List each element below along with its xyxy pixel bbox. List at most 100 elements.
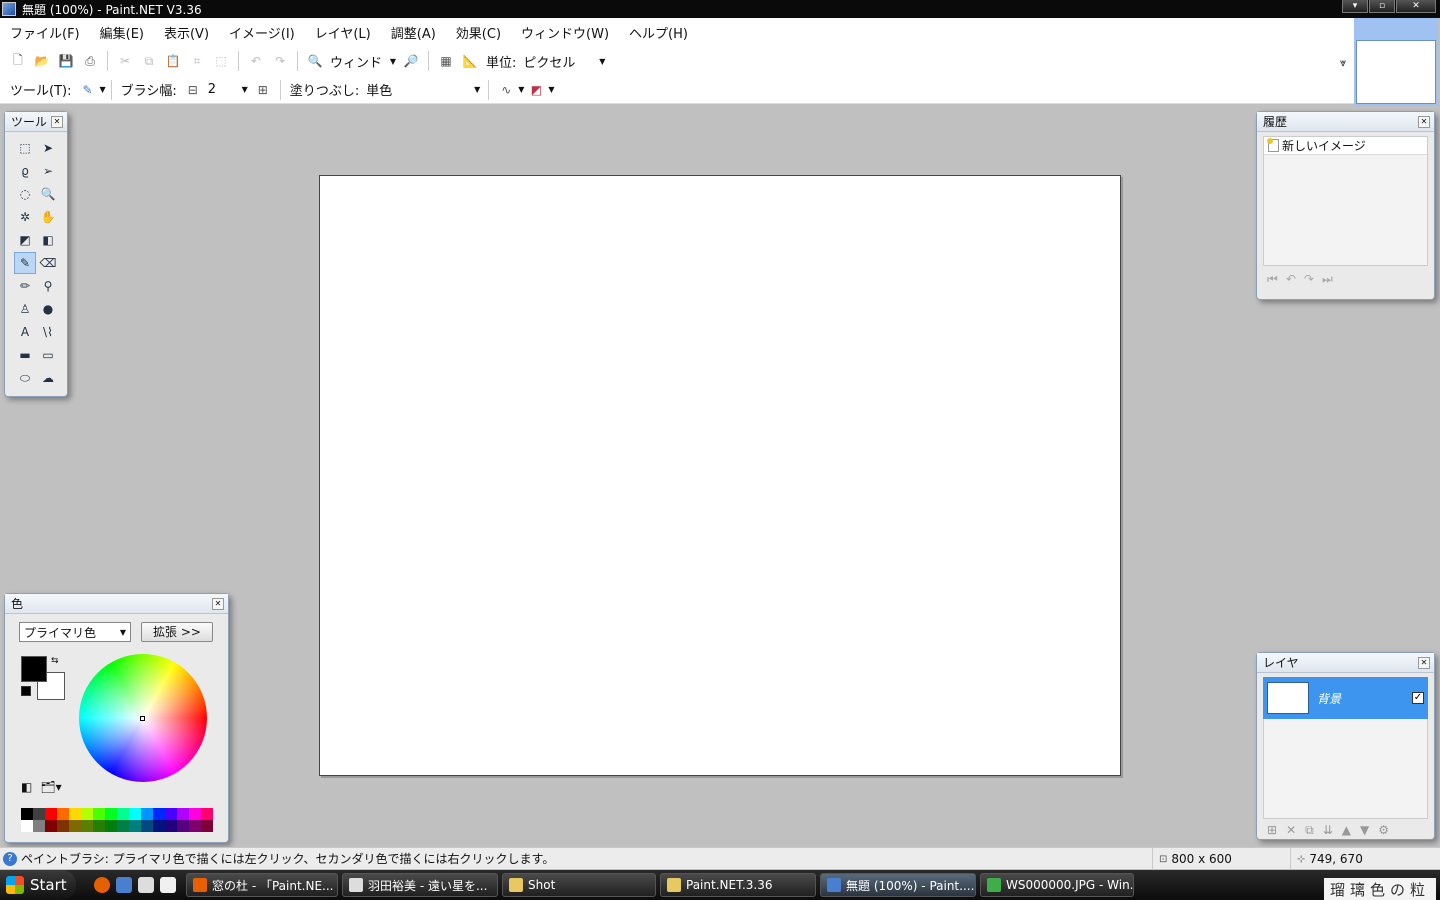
- primary-color-swatch[interactable]: [21, 656, 47, 682]
- rulers-icon[interactable]: 📐: [460, 51, 480, 71]
- unit-select[interactable]: ピクセル ▼: [520, 51, 608, 71]
- color-wheel-cursor[interactable]: [140, 716, 145, 721]
- palette-swatch[interactable]: [153, 820, 165, 832]
- menu-effects[interactable]: 効果(C): [456, 23, 501, 42]
- increase-icon[interactable]: ⊞: [253, 80, 273, 100]
- color-mode-select[interactable]: プライマリ色 ▼: [19, 622, 131, 642]
- palette-swatch[interactable]: [33, 820, 45, 832]
- image-list-menu-icon[interactable]: ⩔: [1340, 56, 1346, 70]
- palette-swatch[interactable]: [117, 820, 129, 832]
- tool-text-icon[interactable]: A: [14, 321, 36, 343]
- palette-swatch[interactable]: [45, 808, 57, 820]
- chevron-down-icon[interactable]: ▼: [548, 85, 554, 94]
- colors-panel-header[interactable]: 色 ✕: [5, 594, 228, 614]
- drawing-canvas[interactable]: [319, 175, 1121, 776]
- tool-magic-wand-icon[interactable]: ✲: [14, 206, 36, 228]
- firefox-icon[interactable]: [94, 877, 110, 893]
- delete-layer-icon[interactable]: ✕: [1286, 823, 1296, 838]
- tools-panel-header[interactable]: ツール ✕: [5, 112, 67, 132]
- show-desktop-icon[interactable]: [116, 877, 132, 893]
- palette-swatch[interactable]: [201, 808, 213, 820]
- tool-freeform-shape-icon[interactable]: ☁: [37, 367, 59, 389]
- layer-properties-icon[interactable]: ⚙: [1378, 823, 1389, 838]
- taskbar-button[interactable]: Paint.NET.3.36: [660, 873, 816, 897]
- tool-pan-icon[interactable]: ✋: [37, 206, 59, 228]
- fill-select[interactable]: 単色 ▼: [363, 80, 483, 100]
- swap-colors-icon[interactable]: ⇆: [51, 656, 59, 666]
- palette-swatch[interactable]: [129, 820, 141, 832]
- tool-clone-stamp-icon[interactable]: ♙: [14, 298, 36, 320]
- save-icon[interactable]: 💾: [56, 51, 76, 71]
- merge-layer-down-icon[interactable]: ⇊: [1323, 823, 1333, 838]
- tool-pencil-icon[interactable]: ✏: [14, 275, 36, 297]
- close-icon[interactable]: ✕: [1418, 115, 1430, 128]
- palette-swatch[interactable]: [165, 820, 177, 832]
- current-tool-paintbrush-icon[interactable]: ✎: [77, 80, 97, 100]
- crop-icon[interactable]: ⌗: [187, 51, 207, 71]
- tool-line-curve-icon[interactable]: \⌇: [37, 321, 59, 343]
- palette-swatch[interactable]: [69, 808, 81, 820]
- tool-ellipse-icon[interactable]: ⬭: [14, 367, 36, 389]
- menu-image[interactable]: イメージ(I): [229, 23, 295, 42]
- menu-adjustments[interactable]: 調整(A): [391, 23, 436, 42]
- rewind-icon[interactable]: ⏮: [1267, 272, 1278, 287]
- undo-icon[interactable]: ↶: [246, 51, 266, 71]
- palette-swatch[interactable]: [93, 808, 105, 820]
- palette-swatch[interactable]: [45, 820, 57, 832]
- palette-swatch[interactable]: [69, 820, 81, 832]
- layer-visibility-checkbox[interactable]: ✓: [1412, 692, 1424, 704]
- tool-rounded-rectangle-icon[interactable]: ▭: [37, 344, 59, 366]
- palette-swatch[interactable]: [57, 820, 69, 832]
- tool-zoom-icon[interactable]: 🔍: [37, 183, 59, 205]
- expand-colors-button[interactable]: 拡張 >>: [141, 622, 213, 642]
- blend-mode-icon[interactable]: ◩: [526, 80, 546, 100]
- palette-swatch[interactable]: [81, 820, 93, 832]
- chevron-down-icon[interactable]: ▼: [518, 85, 524, 94]
- tool-color-picker-icon[interactable]: ⚲: [37, 275, 59, 297]
- zoom-combo[interactable]: ウィンド ▼: [327, 51, 399, 71]
- antialias-icon[interactable]: ∿: [496, 80, 516, 100]
- new-file-icon[interactable]: 🗋: [8, 51, 28, 71]
- color-picker-icon[interactable]: ◧: [21, 780, 32, 794]
- palette-swatch[interactable]: [153, 808, 165, 820]
- palette-swatch[interactable]: [189, 808, 201, 820]
- duplicate-layer-icon[interactable]: ⧉: [1305, 823, 1314, 838]
- layer-row[interactable]: 背景 ✓: [1263, 677, 1428, 719]
- image-thumbnail-tab[interactable]: [1354, 18, 1438, 106]
- close-icon[interactable]: ✕: [51, 115, 63, 128]
- close-icon[interactable]: ✕: [212, 597, 224, 610]
- palette-swatch[interactable]: [81, 808, 93, 820]
- palette-swatch[interactable]: [129, 808, 141, 820]
- decrease-icon[interactable]: ⊟: [183, 80, 203, 100]
- cut-icon[interactable]: ✂: [115, 51, 135, 71]
- fast-forward-icon[interactable]: ⏭: [1322, 272, 1333, 287]
- tool-eraser-icon[interactable]: ⌫: [37, 252, 59, 274]
- palette-menu-icon[interactable]: 🗂▾: [40, 780, 61, 794]
- close-icon[interactable]: ✕: [1418, 656, 1430, 669]
- taskbar-button[interactable]: Shot: [502, 873, 656, 897]
- close-button[interactable]: ✕: [1396, 0, 1436, 13]
- menu-layers[interactable]: レイヤ(L): [315, 23, 371, 42]
- palette-swatch[interactable]: [93, 820, 105, 832]
- tool-lasso-select-icon[interactable]: ϱ: [14, 160, 36, 182]
- minimize-button[interactable]: ▾: [1342, 0, 1368, 13]
- tool-gradient-icon[interactable]: ◧: [37, 229, 59, 251]
- taskbar-button[interactable]: 無題 (100%) - Paint....: [820, 873, 976, 897]
- palette-swatch[interactable]: [141, 820, 153, 832]
- palette-swatch[interactable]: [117, 808, 129, 820]
- zoom-in-icon[interactable]: 🔎: [401, 51, 421, 71]
- start-button[interactable]: Start: [0, 870, 76, 900]
- menu-file[interactable]: ファイル(F): [10, 23, 80, 42]
- menu-view[interactable]: 表示(V): [164, 23, 209, 42]
- tool-paintbrush-icon[interactable]: ✎: [14, 252, 36, 274]
- tool-recolor-icon[interactable]: ●: [37, 298, 59, 320]
- paste-icon[interactable]: 📋: [163, 51, 183, 71]
- taskbar-button[interactable]: WS000000.JPG - Win...: [980, 873, 1134, 897]
- reset-colors-icon[interactable]: [21, 686, 31, 696]
- palette-swatch[interactable]: [201, 820, 213, 832]
- add-layer-icon[interactable]: ⊞: [1267, 823, 1277, 838]
- palette-swatch[interactable]: [21, 820, 33, 832]
- layers-panel-header[interactable]: レイヤ ✕: [1257, 653, 1434, 673]
- brush-width-combo[interactable]: 2 ▼: [205, 80, 251, 100]
- menu-window[interactable]: ウィンドウ(W): [521, 23, 609, 42]
